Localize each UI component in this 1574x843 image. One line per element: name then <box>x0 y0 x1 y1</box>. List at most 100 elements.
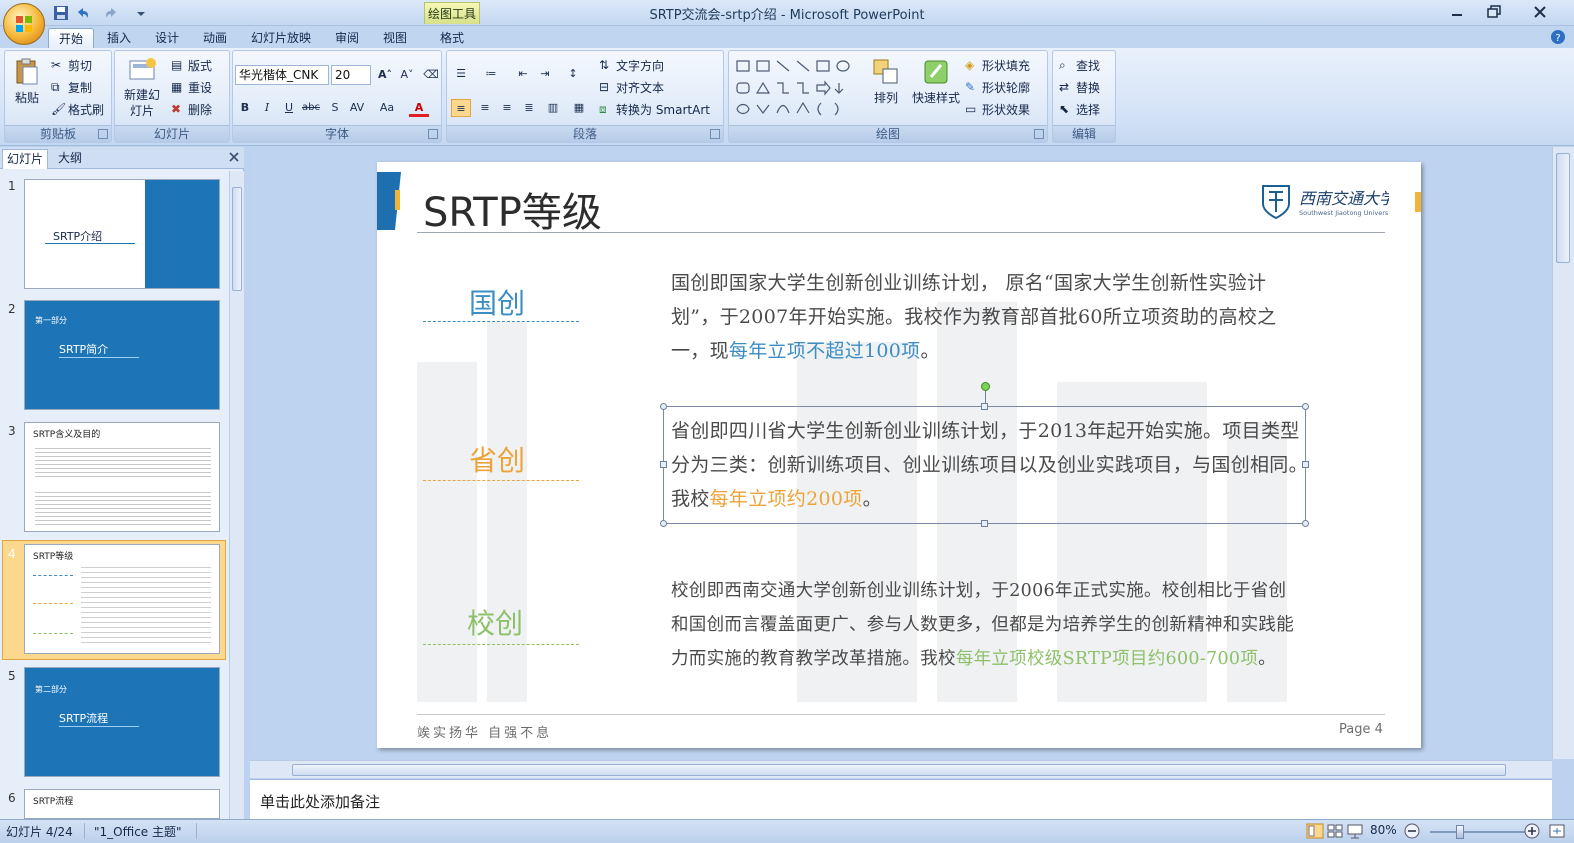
change-case-icon[interactable]: Aa <box>377 99 397 117</box>
slide-thumbnail-5[interactable]: 第二部分 SRTP流程 <box>24 667 220 777</box>
increase-indent-icon[interactable]: ⇥ <box>535 65 555 83</box>
tab-slideshow[interactable]: 幻灯片放映 <box>246 28 316 48</box>
bold-icon[interactable]: B <box>235 99 255 117</box>
tab-format[interactable]: 格式 <box>432 28 472 48</box>
underline-icon[interactable]: U <box>279 99 299 117</box>
font-color-icon[interactable]: A <box>409 99 429 117</box>
horizontal-scrollbar[interactable] <box>250 760 1552 778</box>
format-painter-button[interactable]: 🖌 格式刷 <box>51 100 104 118</box>
slide-thumbnail-6[interactable]: SRTP流程 <box>24 789 220 819</box>
replace-button[interactable]: ⇄ 替换 <box>1059 78 1100 96</box>
close-icon[interactable] <box>1528 3 1552 21</box>
text-shadow-icon[interactable]: S <box>325 99 345 117</box>
vertical-scrollbar[interactable] <box>1552 147 1574 759</box>
cut-button[interactable]: ✂ 剪切 <box>51 56 92 74</box>
char-spacing-icon[interactable]: AV <box>347 99 367 117</box>
resize-handle[interactable] <box>660 403 667 410</box>
resize-handle[interactable] <box>981 403 988 410</box>
rotation-handle[interactable] <box>981 382 990 391</box>
tab-animations[interactable]: 动画 <box>196 28 234 48</box>
selection-box[interactable] <box>663 406 1306 524</box>
shape-fill-button[interactable]: ◈ 形状填充 <box>965 56 1030 74</box>
slide-title[interactable]: SRTP等级 <box>423 180 602 238</box>
paragraph-national[interactable]: 国创即国家大学生创新创业训练计划， 原名“国家大学生创新性实验计划”，于2007… <box>671 266 1311 368</box>
paragraph-school[interactable]: 校创即西南交通大学创新创业训练计划，于2006年正式实施。校创相比于省创和国创而… <box>671 574 1295 676</box>
align-center-icon[interactable]: ≡ <box>475 99 495 117</box>
zoom-out-icon[interactable] <box>1404 823 1420 839</box>
new-slide-button[interactable]: 新建幻灯片 <box>117 57 167 119</box>
decrease-indent-icon[interactable]: ⇤ <box>513 65 533 83</box>
notes-pane[interactable]: 单击此处添加备注 <box>250 779 1552 819</box>
level-label-national[interactable]: 国创 <box>469 282 525 322</box>
level-label-school[interactable]: 校创 <box>467 602 523 642</box>
paragraph-launcher-icon[interactable] <box>710 129 720 139</box>
arrange-button[interactable]: 排列 <box>863 57 909 106</box>
font-name-combo[interactable]: 华光楷体_CNK <box>235 65 329 85</box>
resize-handle[interactable] <box>660 461 667 468</box>
line-spacing-icon[interactable]: ↕ <box>563 65 583 83</box>
slide-thumbnail-3[interactable]: SRTP含义及目的 <box>24 422 220 532</box>
resize-handle[interactable] <box>660 520 667 527</box>
tab-home[interactable]: 开始 <box>48 28 94 48</box>
normal-view-icon[interactable] <box>1306 823 1324 839</box>
tab-outline[interactable]: 大纲 <box>54 149 86 169</box>
align-text-button[interactable]: ⊟ 对齐文本 <box>599 78 664 96</box>
quick-styles-button[interactable]: 快速样式 <box>909 57 963 106</box>
resize-handle[interactable] <box>981 520 988 527</box>
shape-outline-button[interactable]: ✎ 形状轮廓 <box>965 78 1030 96</box>
resize-handle[interactable] <box>1302 520 1309 527</box>
tab-design[interactable]: 设计 <box>148 28 186 48</box>
slides-panel-scrollbar[interactable] <box>229 171 244 819</box>
text-direction-button[interactable]: ⇅ 文字方向 <box>599 56 664 74</box>
office-button[interactable] <box>3 3 45 45</box>
italic-icon[interactable]: I <box>257 99 277 117</box>
zoom-in-icon[interactable] <box>1524 823 1540 839</box>
clear-format-icon[interactable]: ⌫ <box>421 66 441 84</box>
bullets-icon[interactable]: ☰ <box>451 65 471 83</box>
reset-button[interactable]: ▦ 重设 <box>171 78 212 96</box>
drawing-launcher-icon[interactable] <box>1034 129 1044 139</box>
numbering-icon[interactable]: ≔ <box>481 65 501 83</box>
slide-thumbnail-1[interactable]: SRTP介绍 <box>24 179 220 289</box>
shapes-gallery[interactable] <box>733 57 859 123</box>
tab-review[interactable]: 审阅 <box>328 28 366 48</box>
select-button[interactable]: ⬉ 选择 <box>1059 100 1100 118</box>
font-launcher-icon[interactable] <box>428 129 438 139</box>
font-size-combo[interactable]: 20 <box>331 65 371 85</box>
resize-handle[interactable] <box>1302 403 1309 410</box>
convert-smartart-button[interactable]: ⧈ 转换为 SmartArt <box>599 100 710 118</box>
scrollbar-thumb[interactable] <box>1556 153 1570 263</box>
align-left-icon[interactable]: ≡ <box>451 99 471 117</box>
delete-slide-button[interactable]: ✖ 删除 <box>171 100 212 118</box>
layout-button[interactable]: ▤ 版式 <box>171 56 212 74</box>
fit-to-window-icon[interactable] <box>1548 823 1566 839</box>
columns-icon[interactable]: ▦ <box>569 99 589 117</box>
minimize-icon[interactable] <box>1445 3 1469 21</box>
shrink-font-icon[interactable]: A˅ <box>397 66 417 84</box>
zoom-slider[interactable] <box>1430 831 1528 833</box>
close-panel-icon[interactable] <box>227 150 241 164</box>
resize-handle[interactable] <box>1302 461 1309 468</box>
grow-font-icon[interactable]: A˄ <box>375 66 395 84</box>
shape-effects-button[interactable]: ▭ 形状效果 <box>965 100 1030 118</box>
copy-button[interactable]: ⧉ 复制 <box>51 78 92 96</box>
align-right-icon[interactable]: ≡ <box>497 99 517 117</box>
slide-canvas[interactable]: SRTP等级 西南交通大学 Southwest Jiaotong Univers… <box>377 162 1421 748</box>
find-button[interactable]: ⌕ 查找 <box>1059 56 1100 74</box>
notes-placeholder[interactable]: 单击此处添加备注 <box>260 791 380 812</box>
slide-thumbnail-2[interactable]: 第一部分 SRTP简介 <box>24 300 220 410</box>
paste-button[interactable]: 粘贴 <box>9 57 45 106</box>
help-icon[interactable]: ? <box>1550 29 1566 45</box>
justify-icon[interactable]: ≣ <box>519 99 539 117</box>
scrollbar-thumb[interactable] <box>292 764 1506 776</box>
strikethrough-icon[interactable]: abc <box>301 99 321 117</box>
zoom-slider-knob[interactable] <box>1456 825 1464 839</box>
tab-view[interactable]: 视图 <box>376 28 414 48</box>
zoom-level[interactable]: 80% <box>1370 823 1397 837</box>
distribute-icon[interactable]: ▥ <box>543 99 563 117</box>
slide-sorter-icon[interactable] <box>1326 823 1344 839</box>
slide-thumbnail-4[interactable]: SRTP等级 <box>24 544 220 654</box>
clipboard-launcher-icon[interactable] <box>98 129 108 139</box>
tab-slides[interactable]: 幻灯片 <box>2 149 49 169</box>
scrollbar-thumb[interactable] <box>232 187 242 291</box>
